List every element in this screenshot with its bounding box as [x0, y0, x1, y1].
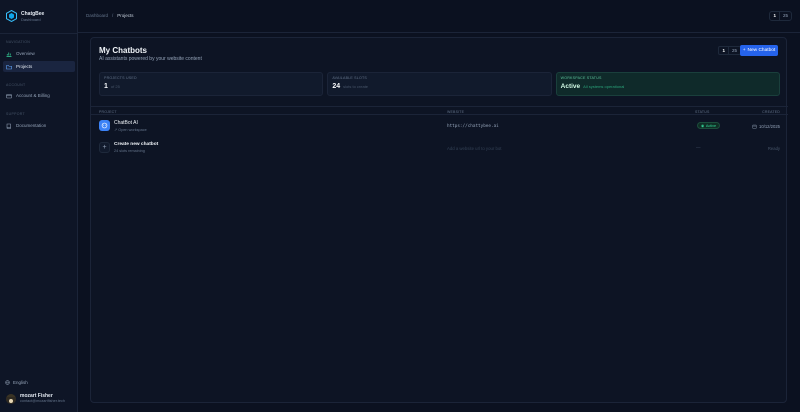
new-chatbot-label: New Chatbot	[747, 48, 776, 53]
stat-label: Projects used	[104, 76, 137, 80]
section-label-support: Support	[6, 112, 25, 116]
user-profile[interactable]: mozart Fisher contact@mozartfisher.tech	[6, 393, 65, 404]
chatbots-panel: My Chatbots AI assistants powered by you…	[90, 37, 788, 403]
sidebar: ChatgBee Dashboard Navigation Overview P…	[0, 0, 78, 412]
table-header: Project Website Status Created	[91, 106, 788, 115]
stat-value: Active	[560, 83, 581, 90]
stat-extra: of 25	[110, 84, 120, 89]
calendar-icon	[752, 124, 757, 129]
breadcrumb: Dashboard / Projects	[86, 13, 134, 18]
slots-remaining: 24 slots remaining	[114, 149, 145, 153]
sidebar-item-documentation[interactable]: Documentation	[3, 120, 75, 131]
chatbot-subtitle[interactable]: ↗ Open workspace	[114, 127, 147, 132]
brand-subtitle: Dashboard	[21, 16, 41, 22]
credit-card-icon	[6, 93, 12, 98]
header-status: Status	[695, 109, 710, 114]
plus-icon: +	[742, 48, 746, 53]
create-chatbot-label[interactable]: Create new chatbot	[114, 142, 158, 147]
stat-workspace-status: Workspace status Active All systems oper…	[555, 72, 780, 96]
chatbot-icon	[99, 120, 110, 131]
status-placeholder: —	[696, 145, 701, 150]
stat-label: Available slots	[332, 76, 367, 80]
chatbot-counter: 1 25	[718, 46, 741, 55]
created-placeholder: Ready	[767, 146, 780, 151]
stat-label: Workspace status	[560, 76, 602, 80]
table-row-create[interactable]: + Create new chatbot 24 slots remaining …	[91, 137, 788, 159]
logo-icon	[6, 10, 17, 22]
language-selector[interactable]: English	[5, 380, 28, 385]
sidebar-item-billing[interactable]: Account & Billing	[3, 90, 75, 101]
breadcrumb-separator: /	[112, 13, 114, 18]
header-created: Created	[762, 109, 780, 114]
status-badge: ◉ Active	[697, 122, 721, 129]
stat-projects-used: Projects used 1 of 25	[99, 72, 324, 96]
avatar	[6, 393, 16, 404]
sidebar-item-label: Documentation	[16, 123, 47, 128]
chart-icon	[6, 52, 12, 57]
stat-value: 24	[332, 83, 341, 90]
usage-count: 1	[773, 13, 776, 18]
usage-max: 25	[778, 12, 791, 20]
stat-available-slots: Available slots 24 slots to create	[327, 72, 552, 96]
sidebar-item-projects[interactable]: Projects	[3, 61, 75, 72]
website-hint: Add a website url to your bot	[447, 146, 502, 151]
book-icon	[6, 123, 11, 129]
chatbot-count: 1	[722, 48, 725, 53]
header-website: Website	[447, 109, 465, 114]
sidebar-divider	[0, 33, 78, 34]
created-date: 10/12/2025	[752, 124, 780, 129]
chatbot-name[interactable]: ChatBot AI	[114, 120, 138, 126]
language-label: English	[13, 380, 28, 385]
user-avatar-icon	[6, 396, 16, 404]
page-title: My Chatbots	[99, 46, 147, 55]
sidebar-item-label: Projects	[16, 64, 33, 69]
table-row[interactable]: ChatBot AI ↗ Open workspace https://chat…	[91, 115, 788, 137]
section-label-main: Navigation	[6, 40, 31, 44]
plus-icon: +	[99, 142, 110, 153]
sidebar-item-label: Account & Billing	[16, 93, 50, 98]
sidebar-item-overview[interactable]: Overview	[3, 48, 75, 59]
brand-name: ChatgBee	[21, 10, 45, 17]
chatbot-max: 25	[727, 47, 740, 54]
sidebar-item-label: Overview	[16, 51, 35, 56]
stats-row: Projects used 1 of 25 Available slots 24…	[99, 72, 780, 96]
chatbot-website[interactable]: https://chattybee.ai	[447, 124, 499, 129]
breadcrumb-current: Projects	[117, 13, 134, 18]
user-email: contact@mozartfisher.tech	[20, 399, 66, 403]
new-chatbot-button[interactable]: + New Chatbot	[740, 45, 778, 56]
globe-icon	[5, 380, 10, 385]
breadcrumb-dashboard[interactable]: Dashboard	[86, 13, 108, 18]
chatbots-table: Project Website Status Created ChatBot A…	[91, 106, 788, 159]
folder-icon	[6, 64, 12, 69]
stat-extra: slots to create	[343, 84, 369, 89]
stat-value: 1	[104, 83, 108, 90]
page-subtitle: AI assistants powered by your website co…	[99, 56, 202, 62]
status-label: Active	[705, 123, 717, 128]
brand[interactable]: ChatgBee Dashboard	[6, 10, 44, 22]
topbar: Dashboard / Projects 1 25	[78, 0, 800, 33]
usage-counter: 1 25	[769, 11, 792, 21]
check-circle-icon: ◉	[701, 124, 705, 128]
header-project: Project	[99, 109, 117, 114]
stat-extra: All systems operational	[583, 84, 625, 89]
section-label-account: Account	[6, 83, 26, 87]
